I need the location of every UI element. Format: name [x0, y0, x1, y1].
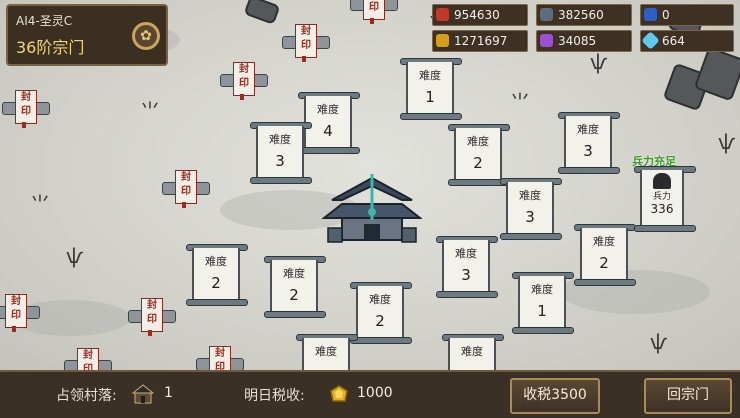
resource-diamond: 664 — [640, 30, 734, 52]
difficulty-label: 难度 — [317, 103, 339, 116]
difficulty-value: 3 — [583, 142, 593, 160]
difficulty-value: 3 — [525, 208, 535, 226]
difficulty-value: 1 — [537, 302, 547, 320]
difficulty-tile[interactable]: 难度 3 — [500, 178, 562, 240]
sealed-marker[interactable]: 封印 — [2, 90, 50, 128]
diamond-icon — [641, 31, 660, 50]
difficulty-tile[interactable]: 难度 2 — [350, 282, 412, 344]
occupied-villages-label: 占领村落: — [56, 388, 117, 404]
difficulty-label: 难度 — [577, 123, 599, 136]
difficulty-value: 2 — [289, 286, 299, 304]
blue-gem-icon — [644, 8, 657, 21]
difficulty-value: 4 — [323, 122, 333, 140]
difficulty-label: 难度 — [467, 135, 489, 148]
sealed-marker[interactable]: 封印 — [282, 24, 330, 62]
difficulty-tile[interactable]: 难度 1 — [400, 58, 462, 120]
difficulty-tile[interactable]: 难度 3 — [558, 112, 620, 174]
purple-crystal-icon — [540, 34, 553, 47]
gold-ingot-icon — [436, 34, 449, 47]
sealed-marker[interactable]: 封印 — [0, 294, 40, 332]
sect-rank: 36阶宗门 — [16, 38, 85, 57]
troop-value: 336 — [650, 202, 674, 216]
sealed-marker[interactable]: 封印 — [162, 170, 210, 208]
bottom-bar: 占领村落: 1 明日税收: 1000 收税3500 回宗门 — [0, 370, 740, 418]
resource-purple-crystal: 34085 — [536, 30, 632, 52]
difficulty-value: 2 — [211, 274, 221, 292]
sect-building[interactable] — [322, 170, 422, 246]
difficulty-tile[interactable]: 难度 — [442, 334, 504, 370]
sealed-marker[interactable]: 封印 — [64, 348, 112, 370]
difficulty-tile[interactable]: 难度 2 — [448, 124, 510, 186]
grass-decoration: ⺌ — [510, 90, 530, 114]
sect-info-panel[interactable]: AI4-圣灵C 36阶宗门 ✿ — [6, 4, 168, 66]
grass-decoration: ⺌ — [140, 99, 160, 123]
difficulty-label: 难度 — [531, 283, 553, 296]
collect-tax-button[interactable]: 收税3500 — [510, 378, 600, 414]
resource-gold: 1271697 — [432, 30, 528, 52]
resource-red-gem: 954630 — [432, 4, 528, 26]
grass-decoration: ѱ — [66, 244, 84, 268]
grass-decoration: ѱ — [650, 330, 668, 354]
difficulty-tile[interactable]: 难度 1 — [512, 272, 574, 334]
difficulty-label: 难度 — [205, 255, 227, 268]
tomorrow-tax-value: 1000 — [357, 385, 393, 401]
difficulty-tile[interactable]: 难度 3 — [250, 122, 312, 184]
sealed-marker[interactable]: 封印 — [128, 298, 176, 336]
village-icon — [132, 384, 154, 404]
difficulty-tile[interactable]: 难度 2 — [264, 256, 326, 318]
difficulty-value: 2 — [599, 254, 609, 272]
difficulty-label: 难度 — [269, 133, 291, 146]
difficulty-value: 2 — [473, 154, 483, 172]
sect-emblem-icon[interactable]: ✿ — [132, 22, 160, 50]
difficulty-label: 难度 — [283, 267, 305, 280]
occupied-villages-count: 1 — [164, 385, 173, 401]
dark-ore-icon — [540, 8, 553, 21]
red-gem-icon — [436, 8, 449, 21]
difficulty-tile[interactable]: 难度 3 — [436, 236, 498, 298]
gold-ingot-icon — [330, 385, 348, 402]
difficulty-tile[interactable]: 难度 2 — [186, 244, 248, 306]
troop-card[interactable]: 兵力 336 — [634, 166, 696, 232]
troop-avatar — [653, 173, 671, 189]
grass-decoration: ѱ — [590, 50, 608, 74]
sect-code: AI4-圣灵C — [16, 14, 73, 28]
difficulty-label: 难度 — [519, 189, 541, 202]
difficulty-label: 难度 — [455, 247, 477, 260]
grass-decoration: ѱ — [718, 130, 736, 154]
difficulty-value: 3 — [275, 152, 285, 170]
difficulty-label: 难度 — [461, 345, 483, 358]
difficulty-value: 2 — [375, 312, 385, 330]
resource-dark-ore: 382560 — [536, 4, 632, 26]
difficulty-label: 难度 — [369, 293, 391, 306]
difficulty-tile[interactable]: 难度 — [296, 334, 358, 370]
difficulty-label: 难度 — [419, 69, 441, 82]
troop-label: 兵力 — [652, 192, 671, 202]
return-to-sect-button[interactable]: 回宗门 — [644, 378, 732, 414]
difficulty-value: 3 — [461, 266, 471, 284]
sealed-marker[interactable]: 封印 — [350, 0, 398, 24]
difficulty-tile[interactable]: 难度 2 — [574, 224, 636, 286]
resource-blue-gem: 0 — [640, 4, 734, 26]
grass-decoration: ⺌ — [30, 192, 50, 216]
rock-decoration — [243, 0, 281, 25]
sealed-marker[interactable]: 封印 — [220, 62, 268, 100]
difficulty-label: 难度 — [593, 235, 615, 248]
difficulty-value: 1 — [425, 88, 435, 106]
sealed-marker[interactable]: 封印 — [196, 346, 244, 370]
tomorrow-tax-label: 明日税收: — [244, 388, 305, 404]
difficulty-label: 难度 — [315, 345, 337, 358]
